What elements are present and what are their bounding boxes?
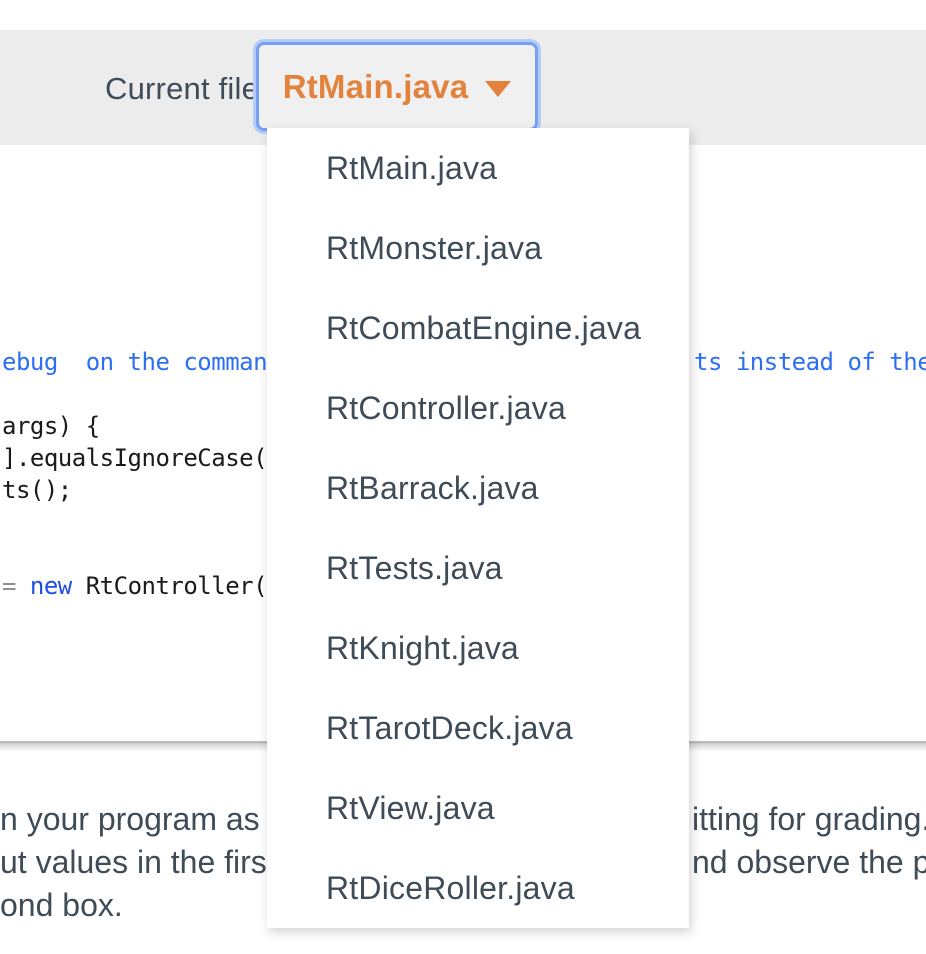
- code-line: ebug on the comman: [2, 346, 266, 378]
- file-select-button[interactable]: RtMain.java: [256, 42, 538, 131]
- code-line: [2, 538, 266, 570]
- instruction-text-line: ut values in the first: [0, 841, 270, 884]
- dropdown-item[interactable]: RtMain.java: [267, 128, 689, 208]
- code-line: [2, 378, 266, 410]
- dropdown-item[interactable]: RtKnight.java: [267, 608, 689, 688]
- instruction-text-line: ond box.: [0, 884, 270, 927]
- code-line: = new RtController(: [2, 570, 266, 602]
- dropdown-item[interactable]: RtTarotDeck.java: [267, 688, 689, 768]
- dropdown-item[interactable]: RtCombatEngine.java: [267, 288, 689, 368]
- dropdown-item[interactable]: RtMonster.java: [267, 208, 689, 288]
- current-file-label: Current file:: [105, 71, 268, 107]
- instructions-left-fragment: n your program as out values in the firs…: [0, 798, 270, 927]
- code-line: ].equalsIgnoreCase(: [2, 442, 266, 474]
- caret-down-icon: [485, 81, 511, 97]
- code-line: ts();: [2, 474, 266, 506]
- instruction-text-line: nd observe the pr: [692, 841, 926, 884]
- dropdown-item[interactable]: RtTests.java: [267, 528, 689, 608]
- code-editor-right-fragment: ts instead of the: [694, 346, 926, 378]
- instruction-text-line: itting for grading.: [692, 798, 926, 841]
- code-line: ts instead of the: [694, 346, 926, 378]
- dropdown-item[interactable]: RtDiceRoller.java: [267, 848, 689, 928]
- code-line: [2, 506, 266, 538]
- instructions-right-fragment: itting for grading.nd observe the pr: [692, 798, 926, 884]
- page: Current file: RtMain.java ebug on the co…: [0, 0, 926, 954]
- file-dropdown-menu: RtMain.javaRtMonster.javaRtCombatEngine.…: [267, 128, 689, 928]
- code-editor-left-fragment: ebug on the comman args) {].equalsIgnore…: [2, 346, 266, 602]
- dropdown-item[interactable]: RtView.java: [267, 768, 689, 848]
- dropdown-item[interactable]: RtBarrack.java: [267, 448, 689, 528]
- selected-file-label: RtMain.java: [283, 68, 469, 106]
- code-line: args) {: [2, 410, 266, 442]
- dropdown-item[interactable]: RtController.java: [267, 368, 689, 448]
- instruction-text-line: n your program as o: [0, 798, 270, 841]
